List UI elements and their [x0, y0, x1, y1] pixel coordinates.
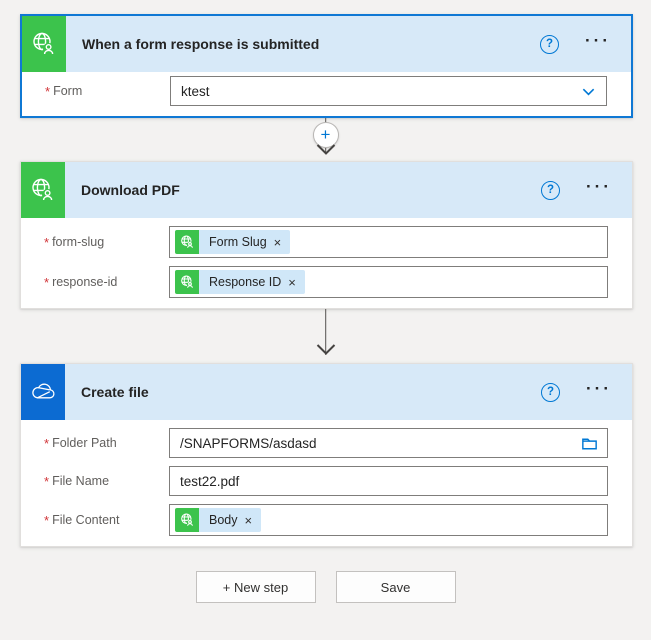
card-download-pdf: Download PDF ? ··· * form-slug: [20, 161, 633, 309]
card-title: When a form response is submitted: [66, 16, 540, 72]
field-row-response-id: * response-id: [44, 266, 608, 298]
field-label-text: File Name: [52, 474, 109, 488]
help-icon[interactable]: ?: [540, 35, 559, 54]
card-header[interactable]: Create file ? ···: [21, 364, 632, 420]
field-row-folder-path: * Folder Path /SNAPFORMS/asdasd: [44, 428, 608, 458]
card-title: Create file: [65, 364, 541, 420]
field-row-form-slug: * form-slug: [44, 226, 608, 258]
response-id-input[interactable]: Response ID ×: [169, 266, 608, 298]
arrow-down-icon: [316, 342, 336, 360]
remove-token-icon[interactable]: ×: [274, 236, 282, 249]
form-dropdown-value: ktest: [171, 84, 581, 99]
snapforms-token-icon: [175, 508, 199, 532]
required-asterisk: *: [44, 436, 49, 451]
form-dropdown[interactable]: ktest: [170, 76, 607, 106]
field-label: * Folder Path: [44, 436, 169, 451]
connector: [0, 309, 651, 363]
token-label: Response ID: [209, 275, 281, 289]
token-label: Form Slug: [209, 235, 267, 249]
field-label-text: form-slug: [52, 235, 104, 249]
snapforms-token-icon: [175, 230, 199, 254]
card-create-file: Create file ? ··· * Folder Path /SNAPFOR…: [20, 363, 633, 547]
field-label: * Form: [45, 84, 170, 99]
required-asterisk: *: [44, 235, 49, 250]
required-asterisk: *: [45, 84, 50, 99]
onedrive-icon: [21, 364, 65, 420]
snapforms-token-icon: [175, 270, 199, 294]
card-header[interactable]: When a form response is submitted ? ···: [22, 16, 631, 72]
field-label: * form-slug: [44, 235, 169, 250]
required-asterisk: *: [44, 513, 49, 528]
required-asterisk: *: [44, 275, 49, 290]
field-label-text: Folder Path: [52, 436, 117, 450]
flow-designer-canvas: When a form response is submitted ? ··· …: [0, 14, 651, 640]
field-row-form: * Form ktest: [45, 76, 607, 106]
token-body[interactable]: Body ×: [175, 508, 261, 532]
field-label: * response-id: [44, 275, 169, 290]
file-content-input[interactable]: Body ×: [169, 504, 608, 536]
field-row-file-content: * File Content: [44, 504, 608, 536]
snapforms-globe-user-icon: [22, 16, 66, 72]
snapforms-globe-user-icon: [21, 162, 65, 218]
folder-path-input[interactable]: /SNAPFORMS/asdasd: [169, 428, 608, 458]
new-step-button[interactable]: + New step: [196, 571, 316, 603]
token-response-id[interactable]: Response ID ×: [175, 270, 305, 294]
field-label-text: Form: [53, 84, 82, 98]
help-icon[interactable]: ?: [541, 181, 560, 200]
arrow-down-icon: [316, 142, 336, 160]
token-form-slug[interactable]: Form Slug ×: [175, 230, 290, 254]
ellipsis-menu-icon[interactable]: ···: [586, 384, 612, 400]
file-name-input[interactable]: test22.pdf: [169, 466, 608, 496]
ellipsis-menu-icon[interactable]: ···: [585, 36, 611, 52]
connector: +: [0, 118, 651, 161]
card-header[interactable]: Download PDF ? ···: [21, 162, 632, 218]
form-slug-input[interactable]: Form Slug ×: [169, 226, 608, 258]
field-label-text: File Content: [52, 513, 119, 527]
field-label: * File Content: [44, 513, 169, 528]
field-label-text: response-id: [52, 275, 117, 289]
field-row-file-name: * File Name test22.pdf: [44, 466, 608, 496]
help-icon[interactable]: ?: [541, 383, 560, 402]
folder-path-value: /SNAPFORMS/asdasd: [170, 436, 580, 451]
required-asterisk: *: [44, 474, 49, 489]
remove-token-icon[interactable]: ×: [245, 514, 253, 527]
file-name-value: test22.pdf: [170, 474, 607, 489]
chevron-down-icon[interactable]: [581, 84, 596, 99]
card-trigger-form-response: When a form response is submitted ? ··· …: [20, 14, 633, 118]
token-label: Body: [209, 513, 238, 527]
remove-token-icon[interactable]: ×: [288, 276, 296, 289]
field-label: * File Name: [44, 474, 169, 489]
folder-picker-icon[interactable]: [580, 434, 599, 453]
save-button[interactable]: Save: [336, 571, 456, 603]
card-title: Download PDF: [65, 162, 541, 218]
footer-actions: + New step Save: [0, 571, 651, 603]
ellipsis-menu-icon[interactable]: ···: [586, 182, 612, 198]
